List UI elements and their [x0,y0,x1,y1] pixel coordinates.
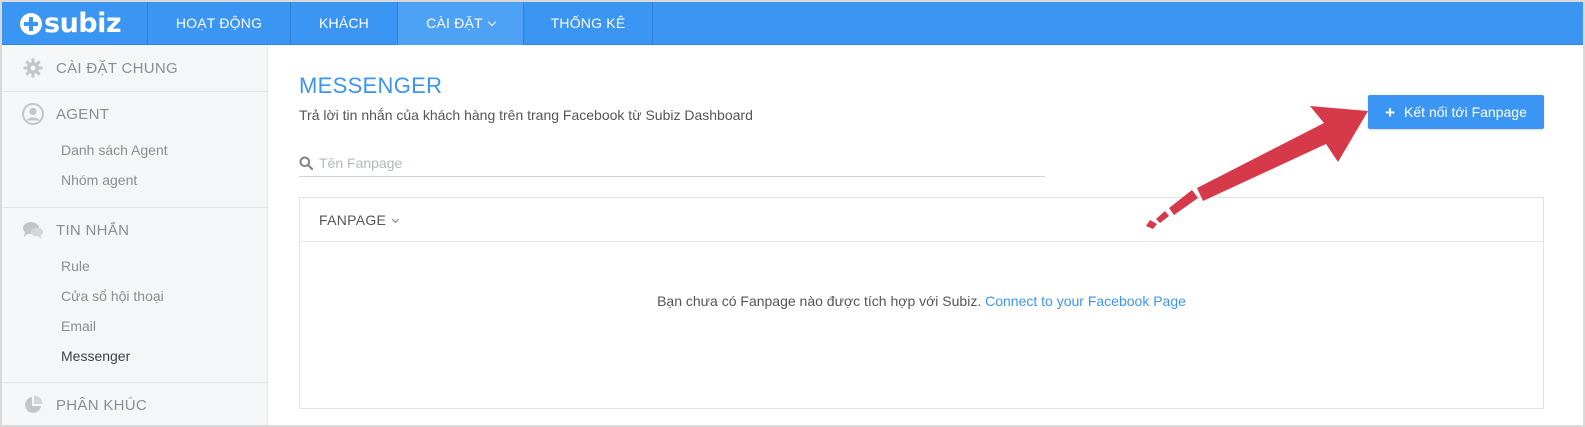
sidebar-item-label: CÀI ĐẶT CHUNG [56,59,178,77]
gear-icon [22,57,44,79]
sidebar-item-label: TIN NHẮN [56,221,130,239]
sidebar-item-label: PHÂN KHÚC [56,396,148,414]
fanpage-column-sort[interactable]: FANPAGE [319,212,400,228]
sidebar-link-rule[interactable]: Rule [61,258,90,274]
fanpage-search-input[interactable] [319,155,1019,171]
nav-item-label: KHÁCH [318,15,369,31]
sidebar-link-chat-window[interactable]: Cửa sổ hội thoại [61,288,164,304]
plus-logo-icon [20,12,42,35]
nav-item-label: HOẠT ĐỘNG [175,15,263,31]
sidebar-section-agent: AGENT Danh sách Agent Nhóm agent [2,92,268,208]
connect-facebook-page-link[interactable]: Connect to your Facebook Page [985,293,1186,309]
subiz-logo[interactable]: subiz [2,2,148,45]
sidebar-link-messenger[interactable]: Messenger [61,348,130,364]
empty-state-text: Bạn chưa có Fanpage nào được tích hợp vớ… [657,293,982,309]
nav-item-customers[interactable]: KHÁCH [291,2,398,45]
sidebar-section-segments: PHÂN KHÚC [2,383,268,425]
fanpage-panel-header: FANPAGE [300,198,1543,242]
sidebar-link-agent-list[interactable]: Danh sách Agent [61,142,168,158]
logo-text: subiz [44,8,122,39]
page-subtitle: Trả lời tin nhắn của khách hàng trên tra… [299,107,753,123]
pie-chart-icon [22,394,44,416]
chat-bubbles-icon [22,219,44,241]
sidebar-item-label: AGENT [56,105,110,123]
sidebar-section-messages: TIN NHẮN Rule Cửa sổ hội thoại Email Mes… [2,208,268,383]
chevron-down-icon [487,17,497,27]
fanpage-column-label: FANPAGE [319,212,387,228]
page-title: MESSENGER [299,73,443,98]
nav-item-activity[interactable]: HOẠT ĐỘNG [148,2,291,45]
main-content: MESSENGER Trả lời tin nhắn của khách hàn… [269,45,1583,425]
sidebar-item-agent[interactable]: AGENT [22,102,109,126]
top-nav: subiz HOẠT ĐỘNG KHÁCH CÀI ĐẶT THỐNG KÊ [2,2,1583,45]
empty-state: Bạn chưa có Fanpage nào được tích hợp vớ… [300,293,1543,309]
sidebar-link-email[interactable]: Email [61,318,96,334]
sidebar-item-segments[interactable]: PHÂN KHÚC [22,393,147,417]
nav-item-label: CÀI ĐẶT [426,15,483,31]
plus-icon: + [1385,102,1396,122]
connect-fanpage-label: Kết nối tới Fanpage [1404,104,1527,120]
chevron-down-icon [392,215,400,224]
nav-item-label: THỐNG KÊ [550,15,626,31]
app-window: subiz HOẠT ĐỘNG KHÁCH CÀI ĐẶT THỐNG KÊ C… [0,0,1585,427]
sidebar-item-messages[interactable]: TIN NHẮN [22,218,129,242]
sidebar-section-general: CÀI ĐẶT CHUNG [2,45,268,92]
nav-item-settings[interactable]: CÀI ĐẶT [398,2,524,45]
sidebar: CÀI ĐẶT CHUNG AGENT Danh sách Agent Nhóm… [2,45,268,425]
search-icon [299,156,314,171]
fanpage-search [299,150,1045,177]
sidebar-item-general[interactable]: CÀI ĐẶT CHUNG [22,56,178,80]
fanpage-panel: FANPAGE Bạn chưa có Fanpage nào được tíc… [299,197,1544,409]
user-icon [22,103,44,125]
connect-fanpage-button[interactable]: + Kết nối tới Fanpage [1368,95,1544,129]
nav-item-stats[interactable]: THỐNG KÊ [524,2,653,45]
sidebar-link-agent-groups[interactable]: Nhóm agent [61,172,137,188]
